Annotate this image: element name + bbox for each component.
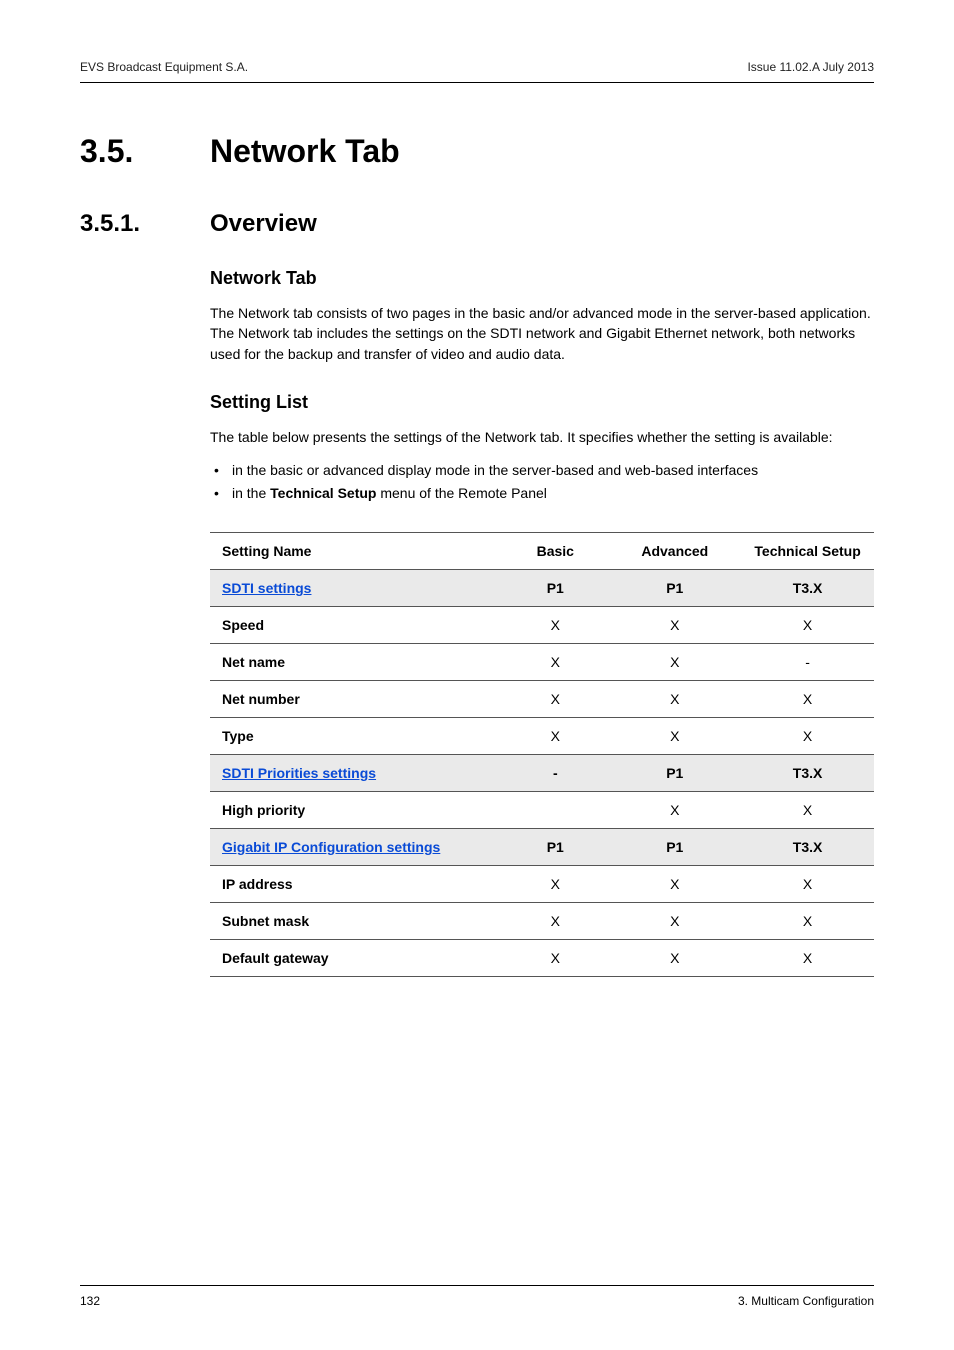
table-cell: X [608, 643, 741, 680]
block2-heading: Setting List [210, 392, 874, 413]
setting-name: Type [222, 728, 254, 744]
setting-name-cell: Net number [210, 680, 502, 717]
table-cell: X [608, 680, 741, 717]
setting-name: Subnet mask [222, 913, 309, 929]
setting-name: Net number [222, 691, 300, 707]
setting-name-cell: Net name [210, 643, 502, 680]
table-cell: X [608, 791, 741, 828]
table-header-tech: Technical Setup [741, 532, 874, 569]
header-left: EVS Broadcast Equipment S.A. [80, 60, 248, 74]
setting-link[interactable]: Gigabit IP Configuration settings [222, 839, 440, 855]
table-cell: X [608, 902, 741, 939]
subsection-number: 3.5.1. [80, 210, 210, 238]
table-cell: T3.X [741, 828, 874, 865]
table-header-basic: Basic [502, 532, 608, 569]
table-cell: X [502, 680, 608, 717]
table-cell: X [608, 717, 741, 754]
table-cell: T3.X [741, 754, 874, 791]
setting-link[interactable]: SDTI settings [222, 580, 311, 596]
table-cell: X [502, 902, 608, 939]
table-cell: X [502, 717, 608, 754]
subsection-title: Overview [210, 210, 317, 238]
table-cell: P1 [502, 828, 608, 865]
setting-name: Default gateway [222, 950, 329, 966]
table-cell [502, 791, 608, 828]
setting-name-cell: Type [210, 717, 502, 754]
table-row: TypeXXX [210, 717, 874, 754]
table-cell: - [741, 643, 874, 680]
table-cell: X [741, 902, 874, 939]
setting-link[interactable]: SDTI Priorities settings [222, 765, 376, 781]
table-cell: X [741, 939, 874, 976]
table-cell: X [741, 791, 874, 828]
section-number: 3.5. [80, 133, 210, 170]
setting-name-cell: High priority [210, 791, 502, 828]
table-row: Net numberXXX [210, 680, 874, 717]
footer-right: 3. Multicam Configuration [738, 1294, 874, 1308]
table-row: Subnet maskXXX [210, 902, 874, 939]
table-cell: P1 [608, 828, 741, 865]
table-cell: X [608, 606, 741, 643]
table-cell: P1 [502, 569, 608, 606]
table-row: IP addressXXX [210, 865, 874, 902]
table-cell: - [502, 754, 608, 791]
page-number: 132 [80, 1294, 100, 1308]
table-cell: X [741, 606, 874, 643]
table-cell: T3.X [741, 569, 874, 606]
setting-name-cell: Subnet mask [210, 902, 502, 939]
block2-paragraph: The table below presents the settings of… [210, 427, 874, 447]
list-item: in the basic or advanced display mode in… [210, 459, 874, 481]
settings-table: Setting Name Basic Advanced Technical Se… [210, 532, 874, 977]
table-header-name: Setting Name [210, 532, 502, 569]
table-cell: X [502, 643, 608, 680]
table-cell: X [608, 939, 741, 976]
setting-name-cell: SDTI settings [210, 569, 502, 606]
table-cell: X [741, 680, 874, 717]
table-row: High priority XX [210, 791, 874, 828]
setting-name: Net name [222, 654, 285, 670]
table-cell: X [741, 865, 874, 902]
table-row: Default gatewayXXX [210, 939, 874, 976]
bold-text: Technical Setup [270, 485, 376, 501]
table-cell: P1 [608, 569, 741, 606]
table-cell: X [502, 865, 608, 902]
block1-paragraph: The Network tab consists of two pages in… [210, 303, 874, 364]
table-row: Net nameXX- [210, 643, 874, 680]
table-header-advanced: Advanced [608, 532, 741, 569]
header-rule [80, 82, 874, 83]
list-item: in the Technical Setup menu of the Remot… [210, 482, 874, 504]
table-row: Gigabit IP Configuration settingsP1P1T3.… [210, 828, 874, 865]
setting-name-cell: SDTI Priorities settings [210, 754, 502, 791]
setting-name-cell: Default gateway [210, 939, 502, 976]
table-cell: P1 [608, 754, 741, 791]
header-right: Issue 11.02.A July 2013 [747, 60, 874, 74]
table-row: SDTI settingsP1P1T3.X [210, 569, 874, 606]
setting-name-cell: Speed [210, 606, 502, 643]
bullet-list: in the basic or advanced display mode in… [210, 459, 874, 504]
section-title: Network Tab [210, 133, 400, 170]
block1-heading: Network Tab [210, 268, 874, 289]
table-row: SpeedXXX [210, 606, 874, 643]
table-cell: X [741, 717, 874, 754]
setting-name: IP address [222, 876, 293, 892]
setting-name: Speed [222, 617, 264, 633]
table-cell: X [502, 939, 608, 976]
setting-name-cell: Gigabit IP Configuration settings [210, 828, 502, 865]
setting-name-cell: IP address [210, 865, 502, 902]
table-cell: X [608, 865, 741, 902]
table-row: SDTI Priorities settings -P1T3.X [210, 754, 874, 791]
setting-name: High priority [222, 802, 305, 818]
table-cell: X [502, 606, 608, 643]
